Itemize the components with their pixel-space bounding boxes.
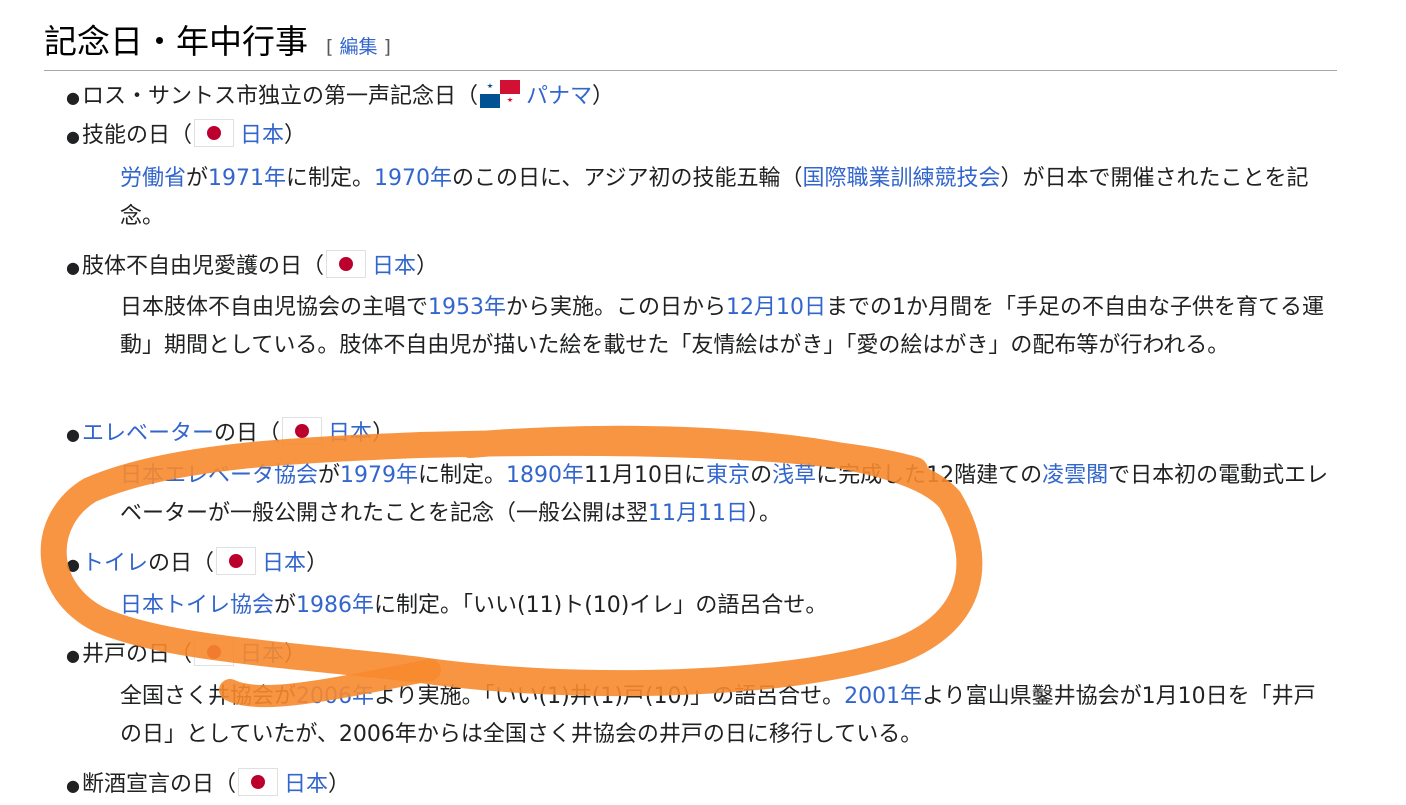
country-link-japan[interactable]: 日本	[240, 123, 284, 148]
desc-link[interactable]: 11月11日	[648, 501, 748, 526]
desc-text: から実施。この日から	[506, 295, 727, 320]
item-description: 日本肢体不自由児協会の主唱で1953年から実施。この日から12月10日までの1か…	[120, 289, 1330, 365]
japan-flag-icon	[216, 547, 257, 575]
desc-text: が	[318, 463, 341, 488]
item-name-link[interactable]: トイレ	[82, 551, 148, 576]
desc-link[interactable]: 日本トイレ協会	[120, 593, 274, 618]
list-item-toilet-day: ●トイレの日（ 日本）	[66, 545, 328, 584]
desc-text: に制定。	[418, 463, 507, 488]
bullet-icon: ●	[66, 258, 80, 277]
list-item-well-day: ●井戸の日（ 日本）	[66, 636, 306, 675]
country-link-japan[interactable]: 日本	[284, 772, 328, 797]
desc-link[interactable]: 1953年	[428, 295, 506, 320]
item-description: 全国さく井協会が2006年より実施。「いい(1)井(1)戸(10)」の語呂合せ。…	[120, 678, 1330, 754]
list-item-disabled-children-day: ●肢体不自由児愛護の日（ 日本）	[66, 248, 438, 287]
item-description: 日本エレベータ協会が1979年に制定。1890年11月10日に東京の浅草に完成し…	[120, 457, 1330, 533]
desc-link[interactable]: 凌雲閣	[1042, 463, 1108, 488]
desc-text: に完成した12階建ての	[816, 463, 1043, 488]
edit-link[interactable]: 編集	[339, 36, 377, 58]
desc-link[interactable]: 1979年	[340, 463, 418, 488]
desc-text: 日本肢体不自由児協会の主唱で	[120, 295, 429, 320]
japan-flag-icon	[194, 638, 235, 666]
japan-flag-icon	[282, 417, 323, 445]
item-name: 断酒宣言の日	[82, 772, 215, 797]
desc-link[interactable]: 2006年	[296, 684, 374, 709]
country-link-japan[interactable]: 日本	[328, 421, 372, 446]
edit-section: [ 編集 ]	[326, 36, 391, 58]
desc-link[interactable]: 浅草	[772, 463, 816, 488]
list-item-sobriety-day: ●断酒宣言の日（ 日本）	[66, 766, 350, 805]
item-description: 労働省が1971年に制定。1970年のこの日に、アジア初の技能五輪（国際職業訓練…	[120, 160, 1330, 236]
desc-text: が	[274, 593, 297, 618]
desc-link[interactable]: 12月10日	[726, 295, 826, 320]
item-name: 肢体不自由児愛護の日	[82, 254, 303, 279]
desc-text: が	[186, 166, 209, 191]
list-item-skills-day: ●技能の日（ 日本）	[66, 117, 306, 156]
japan-flag-icon	[326, 250, 367, 278]
item-name-link[interactable]: エレベーター	[82, 421, 214, 446]
desc-link[interactable]: 労働省	[120, 166, 186, 191]
desc-link[interactable]: 1890年	[506, 463, 584, 488]
desc-link[interactable]: 1971年	[208, 166, 286, 191]
bullet-icon: ●	[66, 127, 80, 146]
desc-text: 全国さく井協会が	[120, 684, 297, 709]
section-title: 記念日・年中行事	[44, 22, 308, 61]
desc-link[interactable]: 日本エレベータ協会	[120, 463, 318, 488]
japan-flag-icon	[194, 119, 235, 147]
desc-text: のこの日に、アジア初の技能五輪（	[452, 166, 803, 191]
country-link-japan[interactable]: 日本	[372, 254, 416, 279]
item-name: ロス・サントス市独立の第一声記念日	[82, 84, 457, 109]
desc-text: に制定。	[286, 166, 375, 191]
item-description: 日本トイレ協会が1986年に制定。「いい(11)ト(10)イレ」の語呂合せ。	[120, 587, 1330, 625]
list-item-independence-day: ●ロス・サントス市独立の第一声記念日（ パナマ）	[66, 78, 614, 117]
item-name: 技能の日	[82, 123, 171, 148]
article-content: 記念日・年中行事 [ 編集 ] ●ロス・サントス市独立の第一声記念日（ パナマ） ●…	[0, 0, 1406, 797]
desc-link[interactable]: 1970年	[374, 166, 452, 191]
desc-link[interactable]: 1986年	[296, 593, 374, 618]
japan-flag-icon	[238, 768, 279, 796]
bullet-icon: ●	[66, 555, 80, 574]
desc-text: に制定。「いい(11)ト(10)イレ」の語呂合せ。	[374, 593, 828, 618]
list-item-elevator-day: ●エレベーターの日（ 日本）	[66, 415, 394, 454]
country-link-panama[interactable]: パナマ	[526, 84, 592, 109]
panama-flag-icon	[480, 80, 521, 108]
desc-link[interactable]: 国際職業訓練競技会	[803, 166, 1001, 191]
desc-link[interactable]: 2001年	[844, 684, 922, 709]
desc-text: の	[750, 463, 773, 488]
desc-text: 11月10日に	[584, 463, 707, 488]
country-link-japan[interactable]: 日本	[240, 642, 284, 667]
desc-text: ）。	[748, 501, 782, 526]
section-heading: 記念日・年中行事 [ 編集 ]	[44, 18, 1337, 71]
bullet-icon: ●	[66, 88, 80, 107]
bullet-icon: ●	[66, 776, 80, 795]
desc-text: より実施。「いい(1)井(1)戸(10)」の語呂合せ。	[374, 684, 845, 709]
desc-link[interactable]: 東京	[706, 463, 750, 488]
item-name: 井戸の日	[82, 642, 171, 667]
bullet-icon: ●	[66, 646, 80, 665]
bullet-icon: ●	[66, 425, 80, 444]
country-link-japan[interactable]: 日本	[262, 551, 306, 576]
